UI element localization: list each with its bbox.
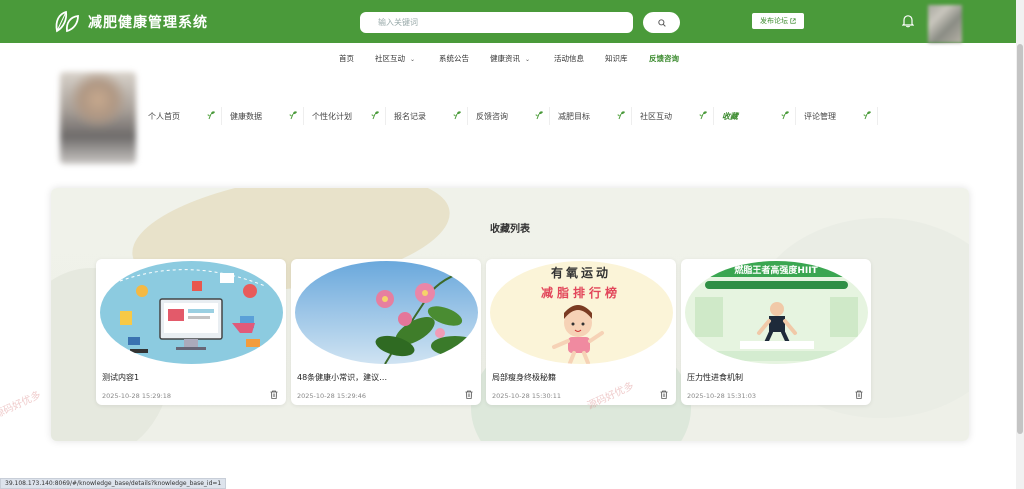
card-image[interactable]: 有氧运动 减脂排行榜 [490,261,673,364]
card-image[interactable] [295,261,478,364]
favorite-card[interactable]: 有氧运动 减脂排行榜 局部瘦身终极秘籍 2025-10-28 15:30:11 [486,259,676,405]
subnav-label: 健康数据 [230,111,262,121]
card-date: 2025-10-28 15:29:18 [102,392,172,400]
chevron-down-icon: ⌄ [410,56,416,63]
nav-item-community[interactable]: 社区互动 ⌄ [375,53,415,64]
subnav-label: 报名记录 [394,111,426,121]
status-bar-url: 39.108.173.140:8069/#/knowledge_base/det… [0,478,227,489]
favorite-card[interactable]: 48条健康小常识，建议… 2025-10-28 15:29:46 [291,259,481,405]
nav-label: 知识库 [605,54,628,63]
nav-label: 首页 [339,54,354,63]
hiit-workout-poster: 燃脂王者高强度HIIT [685,261,868,364]
trash-icon[interactable] [465,390,473,399]
card-date: 2025-10-28 15:30:11 [492,392,562,400]
card-date: 2025-10-28 15:29:46 [297,392,367,400]
card-title[interactable]: 测试内容1 [102,372,139,383]
subnav-label: 个性化计划 [312,111,352,121]
trash-icon[interactable] [270,390,278,399]
user-avatar[interactable] [928,5,962,43]
subnav-item-comments[interactable]: 评论管理 [796,107,878,125]
card-title[interactable]: 48条健康小常识，建议… [297,372,387,383]
card-title[interactable]: 压力性进食机制 [687,372,743,383]
nav-item-knowledge-base[interactable]: 知识库 [605,53,628,64]
card-image[interactable]: 燃脂王者高强度HIIT [685,261,868,364]
main-nav: 首页 社区互动 ⌄ 系统公告 健康资讯 ⌄ 活动信息 知识库 反馈咨询 [0,50,1024,66]
nav-item-announcements[interactable]: 系统公告 [439,53,469,64]
card-image[interactable] [100,261,283,364]
poster-heading: 有氧运动 [551,265,611,280]
sprout-icon [699,111,707,120]
external-link-icon [790,18,796,24]
favorite-card[interactable]: 燃脂王者高强度HIIT 压力性进食机制 2025-10-28 15:31:03 [681,259,871,405]
sprout-icon [535,111,543,120]
subnav-item-feedback[interactable]: 反馈咨询 [468,107,550,125]
subnav-item-weight-goal[interactable]: 减肥目标 [550,107,632,125]
leaf-logo-icon[interactable] [54,9,80,33]
sprout-icon [863,111,871,120]
subnav-label: 个人首页 [148,111,180,121]
subnav-item-registrations[interactable]: 报名记录 [386,107,468,125]
publish-forum-label: 发布论坛 [760,17,788,25]
search-input[interactable] [360,12,633,33]
chevron-down-icon: ⌄ [525,56,531,63]
subnav-item-favorites[interactable]: 收藏 [714,107,796,125]
publish-forum-button[interactable]: 发布论坛 [752,13,804,29]
sprout-icon [371,111,379,120]
poster-heading: 燃脂王者高强度HIIT [734,264,818,276]
subnav-label: 社区互动 [640,111,672,121]
trash-icon[interactable] [660,390,668,399]
subnav-label: 减肥目标 [558,111,590,121]
subnav-item-personal-home[interactable]: 个人首页 [140,107,222,125]
subnav-label: 反馈咨询 [476,111,508,121]
computer-shopping-illustration [100,261,283,364]
aerobic-exercise-ranking-poster: 有氧运动 减脂排行榜 [490,261,673,364]
subnav-label: 评论管理 [804,111,836,121]
bell-icon[interactable] [902,14,914,28]
nav-label: 社区互动 [375,54,405,63]
nav-label: 健康资讯 [490,54,520,63]
card-title[interactable]: 局部瘦身终极秘籍 [492,372,556,383]
search-icon [657,18,666,27]
scrollbar-thumb[interactable] [1017,44,1023,434]
nav-item-home[interactable]: 首页 [339,53,354,64]
nav-label: 反馈咨询 [649,54,679,63]
top-header: 减肥健康管理系统 发布论坛 [0,0,1024,43]
nav-item-activities[interactable]: 活动信息 [554,53,584,64]
trash-icon[interactable] [855,390,863,399]
watermark-text: 源码好优多 [0,389,43,421]
sprout-icon [453,111,461,120]
profile-avatar [60,72,136,164]
sprout-icon [617,111,625,120]
search-button[interactable] [643,12,680,33]
nav-item-feedback[interactable]: 反馈咨询 [649,53,679,64]
sprout-icon [207,111,215,120]
subnav-item-health-data[interactable]: 健康数据 [222,107,304,125]
nav-item-health-news[interactable]: 健康资讯 ⌄ [490,53,530,64]
subnav-item-community[interactable]: 社区互动 [632,107,714,125]
favorite-card[interactable]: 测试内容1 2025-10-28 15:29:18 [96,259,286,405]
nav-label: 活动信息 [554,54,584,63]
favorites-title: 收藏列表 [490,224,530,235]
poster-subheading: 减脂排行榜 [541,285,621,300]
pink-flowers-sky-photo [295,261,478,364]
sprout-icon [289,111,297,120]
sprout-icon [781,111,789,120]
subnav-item-personal-plan[interactable]: 个性化计划 [304,107,386,125]
subnav-label: 收藏 [722,111,738,121]
card-date: 2025-10-28 15:31:03 [687,392,757,400]
app-title[interactable]: 减肥健康管理系统 [88,12,208,32]
favorites-panel: 收藏列表 测试内容1 2025-10-28 15:29:18 48条健康小常识，… [51,188,969,441]
nav-label: 系统公告 [439,54,469,63]
